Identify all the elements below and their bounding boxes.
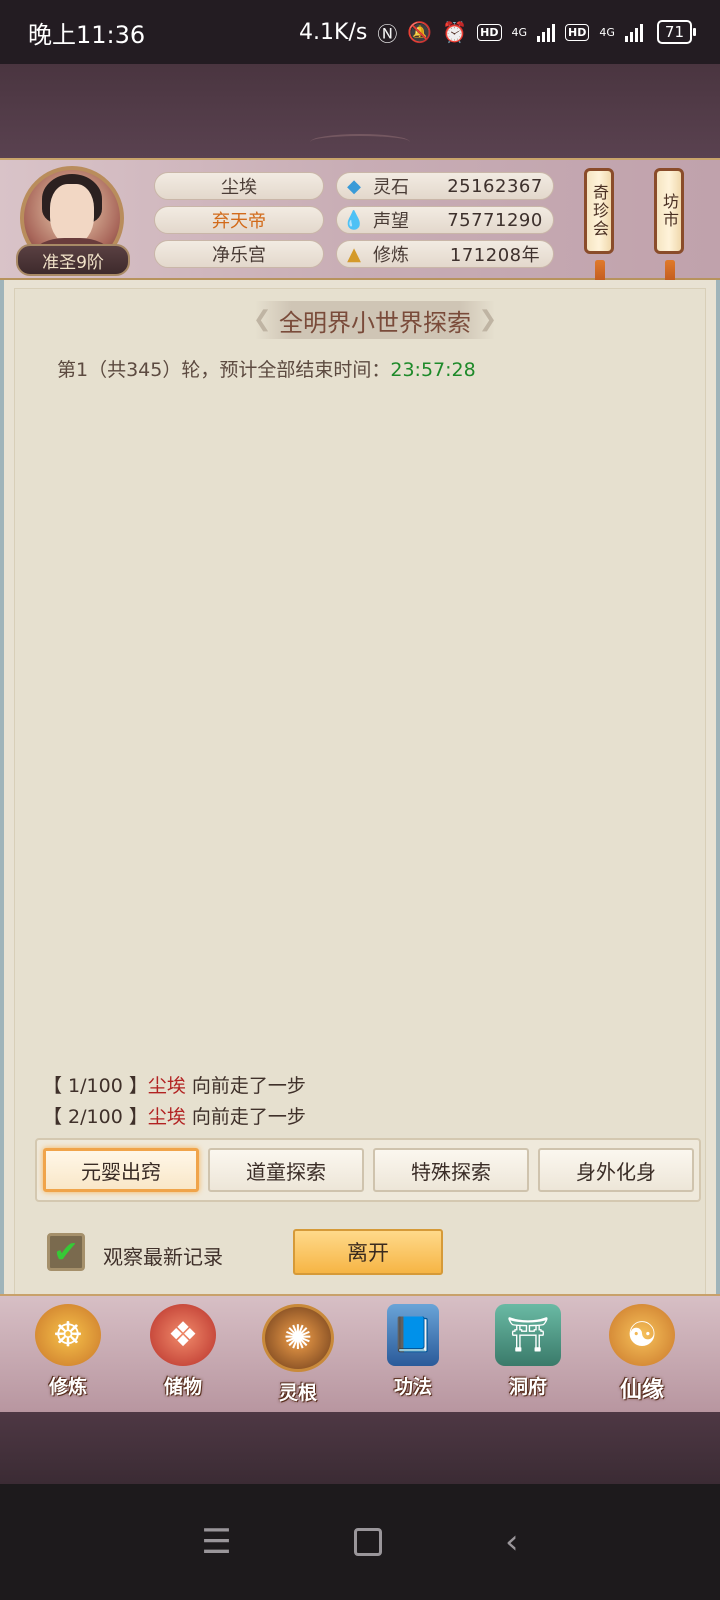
status-bar: 晚上11:36 4.1K/s Ⓝ 🔕 ⏰ HD 4G HD 4G 71 (0, 0, 720, 64)
nav-cultivate[interactable]: ☸ 修炼 (18, 1304, 118, 1408)
spirit-stone-icon: ◆ (347, 175, 361, 197)
bottom-decoration (0, 1412, 720, 1484)
hd-icon-2: HD (565, 23, 590, 41)
signal-icon-2 (624, 22, 643, 42)
signal-icon (537, 22, 556, 42)
stat-reputation: 💧 声望 75771290 (336, 206, 554, 234)
nfc-icon: Ⓝ (377, 21, 398, 46)
treasure-fair-tab[interactable]: 奇珍会 (584, 168, 614, 254)
mute-icon: 🔕 (407, 20, 433, 44)
top-decoration (0, 64, 720, 160)
nav-spirit-root[interactable]: ✺ 灵根 (248, 1304, 348, 1408)
hd-icon: HD (477, 23, 502, 41)
stat-spirit-stone: ◆ 灵石 25162367 (336, 172, 554, 200)
alarm-icon: ⏰ (442, 20, 468, 44)
cultivation-icon: ▲ (347, 243, 361, 265)
log-entry: 【 2/100 】尘埃 向前走了一步 (43, 1106, 306, 1128)
meditating-monk-icon: ☸ (35, 1304, 101, 1366)
clock: 晚上11:36 (28, 20, 146, 49)
treasure-bag-icon: ❖ (150, 1304, 216, 1366)
status-indicators: 4.1K/s Ⓝ 🔕 ⏰ HD 4G HD 4G 71 (299, 18, 697, 47)
nascent-soul-button[interactable]: 元婴出窍 (43, 1148, 199, 1192)
exploration-actions: 元婴出窍 道童探索 特殊探索 身外化身 (35, 1138, 701, 1202)
player-name: 尘埃 (154, 172, 324, 200)
network-type-1: 4G (511, 25, 528, 39)
player-header: 准圣9阶 尘埃 弃天帝 净乐宫 ◆ 灵石 25162367 💧 声望 75771… (0, 158, 720, 294)
menu-icon[interactable]: ☰ (201, 1522, 231, 1562)
scripture-book-icon: 📘 (387, 1304, 439, 1366)
nav-cave[interactable]: ⛩ 洞府 (478, 1304, 578, 1408)
rank-badge: 准圣9阶 (16, 244, 130, 276)
nav-immortal-fate[interactable]: ☯ 仙缘 (592, 1304, 692, 1408)
market-tab[interactable]: 坊市 (654, 168, 684, 254)
system-nav-bar: ☰ ‹ (0, 1484, 720, 1600)
network-type-2: 4G (599, 25, 615, 39)
stat-cultivation: ▲ 修炼 171208年 (336, 240, 554, 268)
end-time: 23:57:28 (390, 359, 476, 381)
avatar-clone-button[interactable]: 身外化身 (538, 1148, 694, 1192)
nav-storage[interactable]: ❖ 储物 (133, 1304, 233, 1408)
round-info: 第1（共345）轮，预计全部结束时间：23:57:28 (57, 355, 476, 382)
log-entry: 【 1/100 】尘埃 向前走了一步 (43, 1075, 306, 1097)
taoist-boy-explore-button[interactable]: 道童探索 (208, 1148, 364, 1192)
round-text: 第1（共345）轮，预计全部结束时间： (57, 359, 391, 381)
home-icon[interactable] (354, 1528, 383, 1556)
panel-title: 全明界小世界探索 (253, 301, 497, 339)
exploration-log: 【 1/100 】尘埃 向前走了一步 【 2/100 】尘埃 向前走了一步 (43, 1071, 306, 1133)
network-speed: 4.1K/s (299, 19, 368, 45)
bottom-nav: ☸ 修炼 ❖ 储物 ✺ 灵根 📘 功法 ⛩ 洞府 ☯ 仙缘 (0, 1294, 720, 1412)
battery-icon: 71 (656, 20, 697, 44)
observe-latest-label: 观察最新记录 (103, 1245, 223, 1269)
special-explore-button[interactable]: 特殊探索 (373, 1148, 529, 1192)
reputation-icon: 💧 (342, 209, 366, 231)
exploration-panel: 全明界小世界探索 第1（共345）轮，预计全部结束时间：23:57:28 【 1… (0, 280, 720, 1310)
leave-button[interactable]: 离开 (293, 1229, 443, 1275)
observe-latest-checkbox[interactable]: ✔ (47, 1233, 85, 1271)
player-title: 弃天帝 (154, 206, 324, 234)
panel-content: 全明界小世界探索 第1（共345）轮，预计全部结束时间：23:57:28 【 1… (14, 288, 706, 1300)
back-icon[interactable]: ‹ (505, 1522, 519, 1562)
cave-dwelling-icon: ⛩ (495, 1304, 561, 1366)
gourd-yinyang-icon: ☯ (609, 1304, 675, 1366)
spirit-root-icon: ✺ (262, 1304, 334, 1372)
player-sect: 净乐宫 (154, 240, 324, 268)
nav-techniques[interactable]: 📘 功法 (363, 1304, 463, 1408)
